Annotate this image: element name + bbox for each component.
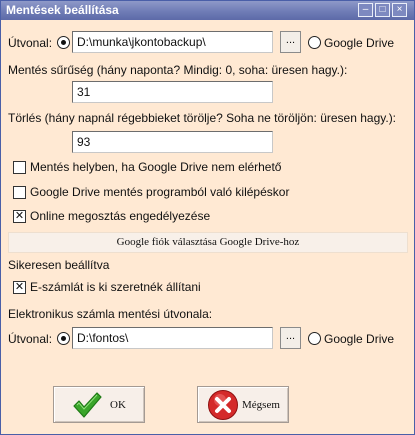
drive-on-exit-checkbox[interactable] (13, 186, 26, 199)
einvoice-google-drive-label[interactable]: Google Drive (324, 332, 394, 346)
backup-google-drive-label[interactable]: Google Drive (324, 36, 394, 50)
cancel-button-label: Mégsem (242, 399, 280, 411)
backup-browse-button[interactable]: ... (280, 31, 301, 53)
cancel-x-icon (208, 390, 238, 420)
cancel-button[interactable]: Mégsem (197, 386, 289, 423)
backup-path-field[interactable]: D:\munka\jkontobackup\ (72, 31, 273, 53)
einvoice-path-field[interactable]: D:\fontos\ (72, 327, 273, 349)
local-fallback-checkbox[interactable] (13, 161, 26, 174)
einvoice-path-label: Útvonal: (8, 332, 53, 346)
ok-button-label: OK (110, 399, 126, 411)
backup-path-label: Útvonal: (8, 36, 53, 50)
einvoice-label[interactable]: E-számlát is ki szeretnék állítani (30, 280, 201, 294)
backup-local-radio[interactable] (57, 36, 70, 49)
einvoice-browse-button[interactable]: ... (280, 327, 301, 349)
ok-button[interactable]: OK (53, 386, 145, 423)
backup-google-drive-radio[interactable] (308, 36, 321, 49)
status-text: Sikeresen beállítva (8, 258, 110, 272)
deletion-label: Törlés (hány napnál régebbieket törölje?… (8, 111, 397, 125)
online-sharing-label[interactable]: Online megosztás engedélyezése (30, 209, 210, 223)
einvoice-checkbox[interactable]: ✕ (13, 281, 26, 294)
deletion-field[interactable]: 93 (72, 131, 273, 153)
frequency-field[interactable]: 31 (72, 81, 273, 103)
einvoice-local-radio[interactable] (57, 332, 70, 345)
einvoice-google-drive-radio[interactable] (308, 332, 321, 345)
minimize-button[interactable]: – (358, 3, 373, 17)
drive-on-exit-label[interactable]: Google Drive mentés programból való kilé… (30, 185, 289, 199)
close-button[interactable]: × (392, 3, 407, 17)
frequency-label: Mentés sűrűség (hány naponta? Mindig: 0,… (8, 63, 348, 77)
local-fallback-label[interactable]: Mentés helyben, ha Google Drive nem elér… (30, 160, 281, 174)
window-title: Mentések beállítása (6, 3, 119, 17)
einvoice-path-heading: Elektronikus számla mentési útvonala: (8, 307, 213, 321)
title-bar[interactable]: Mentések beállítása (1, 1, 414, 20)
settings-dialog: Mentések beállítása – □ × Útvonal: D:\mu… (0, 0, 415, 435)
online-sharing-checkbox[interactable]: ✕ (13, 210, 26, 223)
checkmark-icon (73, 392, 102, 418)
choose-google-account-button[interactable]: Google fiók választása Google Drive-hoz (8, 232, 408, 253)
maximize-button[interactable]: □ (375, 3, 390, 17)
